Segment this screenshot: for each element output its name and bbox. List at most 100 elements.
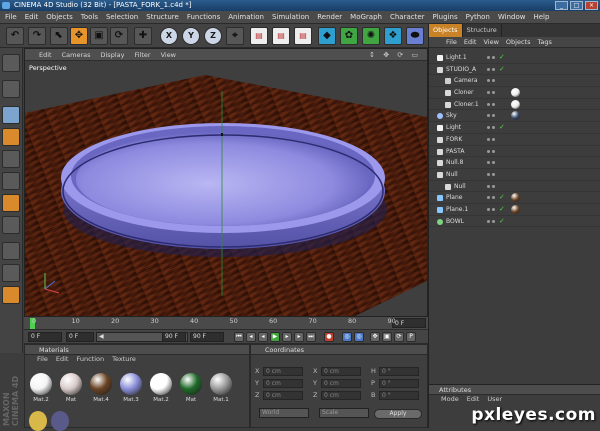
edges-mode-icon[interactable] xyxy=(2,172,20,190)
coordinate-value-field[interactable]: 0 cm xyxy=(321,367,361,376)
visibility-dots-icon[interactable] xyxy=(487,195,496,201)
visibility-dots-icon[interactable] xyxy=(487,137,496,143)
render-picture-viewer-icon[interactable]: ▤ xyxy=(272,27,290,45)
material-tag-icon[interactable] xyxy=(511,111,520,121)
visibility-dots-icon[interactable] xyxy=(487,90,496,96)
previous-key-button[interactable]: ◂ xyxy=(246,332,256,342)
tab-structure[interactable]: Structure xyxy=(463,24,502,37)
object-row[interactable]: Camera xyxy=(429,75,600,88)
viewport-menu-filter[interactable]: Filter xyxy=(134,49,150,60)
object-row[interactable]: Cloner xyxy=(429,87,600,99)
menu-file[interactable]: File xyxy=(5,11,17,23)
autokey-button[interactable]: ◎ xyxy=(342,332,352,342)
coordinate-value-field[interactable]: 0 cm xyxy=(263,379,303,388)
menu-python[interactable]: Python xyxy=(466,11,490,23)
rotate-tool-icon[interactable]: ⟳ xyxy=(110,27,128,45)
visibility-dots-icon[interactable] xyxy=(487,67,496,73)
material-swatch[interactable]: Mat xyxy=(179,373,203,407)
menu-plugins[interactable]: Plugins xyxy=(433,11,458,23)
y-axis-lock-button[interactable]: Y xyxy=(182,27,200,45)
visibility-dots-icon[interactable] xyxy=(487,219,496,225)
timeline-ruler[interactable]: 0 F 0 10 20 30 40 50 60 70 80 90 xyxy=(24,317,428,330)
viewport-menu-display[interactable]: Display xyxy=(101,49,125,60)
material-tag-icon[interactable] xyxy=(511,204,520,214)
material-swatch[interactable]: Mat xyxy=(59,373,83,407)
enabled-check-icon[interactable]: ✓ xyxy=(499,64,505,76)
viewport-menu-view[interactable]: View xyxy=(161,49,176,60)
preview-end-field[interactable]: 90 F xyxy=(162,332,186,342)
previous-frame-button[interactable]: ◂ xyxy=(258,332,268,342)
points-mode-icon[interactable] xyxy=(2,150,20,168)
coordinate-value-field[interactable]: 0 cm xyxy=(263,367,303,376)
visibility-dots-icon[interactable] xyxy=(487,113,496,119)
scale-tool-icon[interactable]: ▣ xyxy=(90,27,108,45)
attributes-menu-mode[interactable]: Mode xyxy=(441,395,459,404)
enabled-check-icon[interactable]: ✓ xyxy=(499,52,505,64)
live-select-icon[interactable]: ⬉ xyxy=(50,27,68,45)
objects-menu-file[interactable]: File xyxy=(446,37,457,47)
size-mode-dropdown[interactable]: Scale xyxy=(319,408,369,418)
menu-animation[interactable]: Animation xyxy=(228,11,264,23)
apply-button[interactable]: Apply xyxy=(374,409,422,419)
deformer-icon[interactable]: ❖ xyxy=(384,27,402,45)
material-preview[interactable] xyxy=(29,411,47,431)
checkerboard-icon[interactable] xyxy=(2,242,20,260)
material-preview-ball[interactable] xyxy=(150,373,172,395)
add-object-icon[interactable]: ✚ xyxy=(134,27,152,45)
materials-menu-file[interactable]: File xyxy=(37,355,48,364)
make-editable-icon[interactable] xyxy=(2,54,20,72)
enabled-check-icon[interactable]: ✓ xyxy=(499,192,505,204)
coordinate-value-field[interactable]: 0 ° xyxy=(379,391,419,400)
material-preview-ball[interactable] xyxy=(30,373,52,395)
menu-mograph[interactable]: MoGraph xyxy=(350,11,382,23)
play-button[interactable]: ▶ xyxy=(270,332,280,342)
coord-mode-dropdown[interactable]: World xyxy=(259,408,309,418)
materials-menu-edit[interactable]: Edit xyxy=(56,355,69,364)
menu-render[interactable]: Render xyxy=(317,11,342,23)
next-frame-button[interactable]: ▸ xyxy=(282,332,292,342)
coordinate-value-field[interactable]: 0 cm xyxy=(263,391,303,400)
material-preview-ball[interactable] xyxy=(210,373,232,395)
object-row[interactable]: Plane.1 ✓ xyxy=(429,204,600,216)
timeline-end-frame[interactable]: 0 F xyxy=(392,318,426,328)
undo-icon[interactable]: ↶ xyxy=(6,27,24,45)
end-frame-field[interactable]: 90 F xyxy=(190,332,224,342)
z-axis-lock-button[interactable]: Z xyxy=(204,27,222,45)
viewport-menu-cameras[interactable]: Cameras xyxy=(62,49,91,60)
objects-menu-view[interactable]: View xyxy=(483,37,498,47)
polygons-mode-icon[interactable] xyxy=(2,194,20,212)
redo-icon[interactable]: ↷ xyxy=(28,27,46,45)
menu-tools[interactable]: Tools xyxy=(81,11,98,23)
object-row[interactable]: BOWL ✓ xyxy=(429,216,600,228)
model-mode-icon[interactable] xyxy=(2,80,20,98)
material-swatch[interactable]: Mat.2 xyxy=(149,373,173,407)
coordinate-value-field[interactable]: 0 cm xyxy=(321,391,361,400)
objects-menu-edit[interactable]: Edit xyxy=(464,37,477,47)
close-button[interactable]: × xyxy=(585,1,598,10)
objects-menu-tags[interactable]: Tags xyxy=(537,37,551,47)
attributes-menu-edit[interactable]: Edit xyxy=(467,395,480,404)
rotation-key-button[interactable]: ⟳ xyxy=(394,332,404,342)
workplane-icon[interactable] xyxy=(2,216,20,234)
perspective-viewport[interactable]: Edit Cameras Display Filter View ↕ ✥ ⟳ ▭ xyxy=(24,48,428,317)
material-swatch[interactable]: Mat.2 xyxy=(29,373,53,407)
menu-help[interactable]: Help xyxy=(533,11,549,23)
object-row[interactable]: Sky xyxy=(429,110,600,123)
material-tag-icon[interactable] xyxy=(511,99,520,109)
menu-character[interactable]: Character xyxy=(390,11,425,23)
go-to-end-button[interactable]: ⏭ xyxy=(306,332,316,342)
enabled-check-icon[interactable]: ✓ xyxy=(499,204,505,216)
visibility-dots-icon[interactable] xyxy=(487,184,496,190)
object-row[interactable]: Null xyxy=(429,181,600,193)
viewport-menu-edit[interactable]: Edit xyxy=(39,49,52,60)
move-tool-icon[interactable]: ✥ xyxy=(70,27,88,45)
visibility-dots-icon[interactable] xyxy=(487,207,496,213)
scale-key-button[interactable]: ▣ xyxy=(382,332,392,342)
array-icon[interactable]: ✺ xyxy=(362,27,380,45)
object-row[interactable]: Null xyxy=(429,169,600,181)
position-key-button[interactable]: ✥ xyxy=(370,332,380,342)
menu-edit[interactable]: Edit xyxy=(25,11,39,23)
start-frame-field[interactable]: 0 F xyxy=(66,332,94,342)
object-row[interactable]: Cloner.1 xyxy=(429,99,600,111)
material-tag-icon[interactable] xyxy=(511,88,520,98)
